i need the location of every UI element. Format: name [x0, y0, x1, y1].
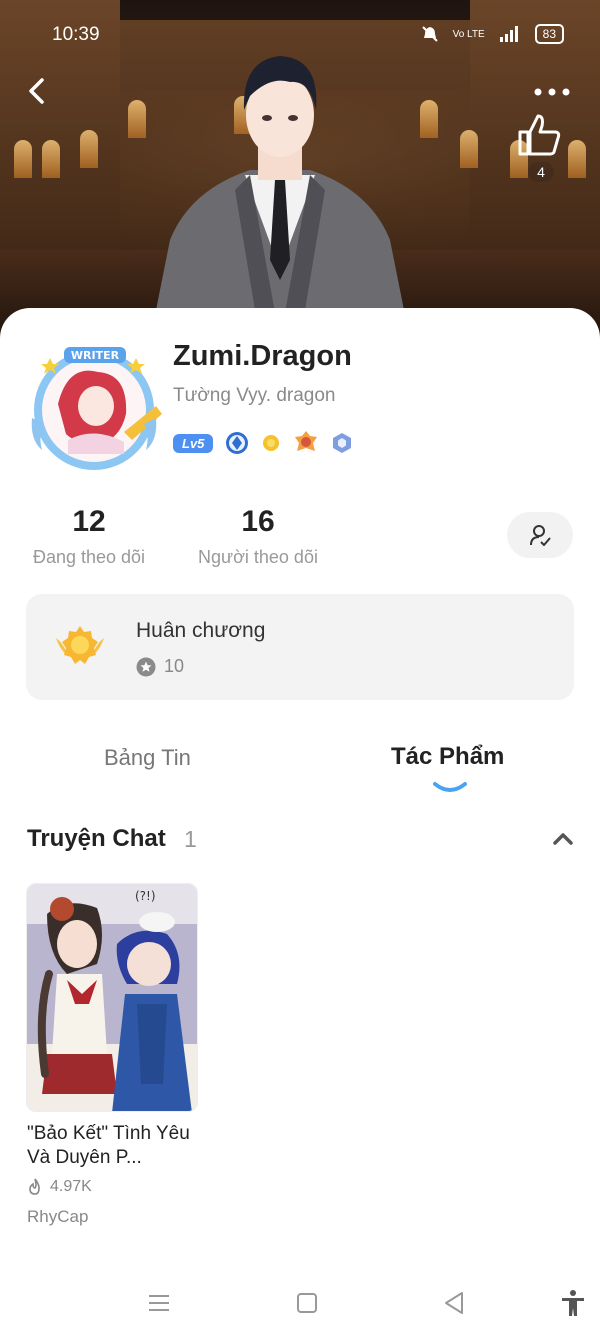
- work-reads-row: 4.97K: [27, 1178, 92, 1196]
- building-window: [42, 140, 60, 178]
- shield-badge-icon[interactable]: [331, 432, 353, 454]
- tab-works[interactable]: Tác Phẩm: [391, 743, 504, 771]
- work-title[interactable]: "Bảo Kết" Tình Yêu Và Duyên P...: [27, 1122, 203, 1170]
- tab-active-indicator: [433, 782, 467, 792]
- medals-section[interactable]: Huân chương 10: [26, 594, 574, 700]
- character-illustration: [150, 56, 410, 340]
- followers-label: Người theo dõi: [198, 547, 318, 567]
- followers-count: 16: [241, 505, 275, 538]
- section-count: 1: [184, 826, 197, 852]
- status-icons: Vo LTE 83: [421, 24, 564, 44]
- status-time: 10:39: [52, 24, 100, 45]
- following-label: Đang theo dõi: [32, 547, 146, 567]
- building-window: [420, 100, 438, 138]
- work-reads: 4.97K: [50, 1178, 92, 1195]
- building-window: [128, 100, 146, 138]
- coin-badge-icon[interactable]: [261, 433, 281, 453]
- profile-subtitle: Tường Vyy. dragon: [173, 385, 336, 406]
- status-bar: 10:39 Vo LTE 83: [0, 0, 600, 64]
- work-cover[interactable]: (?!): [26, 883, 198, 1112]
- like-count: 4: [528, 162, 554, 182]
- followers-stat[interactable]: 16 Người theo dõi: [190, 505, 326, 568]
- medals-count-row: 10: [136, 656, 184, 677]
- svg-text:(?!): (?!): [135, 889, 156, 903]
- section-title: Truyện Chat: [27, 825, 166, 852]
- user-check-icon: [530, 525, 551, 546]
- menu-icon[interactable]: [144, 1288, 174, 1318]
- badge-row: Lv5: [173, 430, 353, 456]
- avatar-badge-text: WRITER: [71, 349, 120, 362]
- star-circle-icon: [136, 657, 156, 676]
- building-window: [14, 140, 32, 178]
- flame-icon: [29, 1178, 40, 1195]
- work-cover-illustration: (?!): [27, 884, 197, 1111]
- back-triangle-icon[interactable]: [440, 1288, 470, 1318]
- profile-name: Zumi.Dragon: [173, 340, 352, 372]
- more-options-icon[interactable]: [532, 84, 572, 100]
- home-square-icon[interactable]: [292, 1288, 322, 1318]
- system-navbar: [0, 1270, 600, 1337]
- work-author[interactable]: RhyCap: [27, 1207, 88, 1227]
- diamond-badge-icon[interactable]: [225, 431, 249, 455]
- medals-count: 10: [164, 656, 185, 676]
- following-stat[interactable]: 12 Đang theo dõi: [26, 505, 152, 568]
- back-arrow-icon[interactable]: [22, 76, 52, 106]
- following-count: 12: [72, 505, 106, 538]
- mute-icon: [421, 26, 438, 42]
- thumbs-up-icon[interactable]: [516, 112, 562, 158]
- signal-label: Vo LTE: [452, 28, 485, 40]
- building-window: [568, 140, 586, 178]
- tab-feed[interactable]: Bảng Tin: [104, 745, 191, 771]
- building-window: [80, 130, 98, 168]
- medals-title: Huân chương: [136, 619, 266, 642]
- building-window: [460, 130, 478, 168]
- medal-badge-icon[interactable]: [293, 430, 319, 456]
- chevron-up-icon[interactable]: [552, 830, 574, 846]
- battery-indicator: 83: [534, 24, 564, 44]
- medal-icon: [56, 626, 104, 664]
- accessibility-icon[interactable]: [558, 1288, 588, 1318]
- follow-button[interactable]: [507, 512, 573, 558]
- avatar[interactable]: WRITER: [28, 344, 164, 474]
- level-badge[interactable]: Lv5: [173, 433, 214, 453]
- signal-icon: [499, 26, 518, 42]
